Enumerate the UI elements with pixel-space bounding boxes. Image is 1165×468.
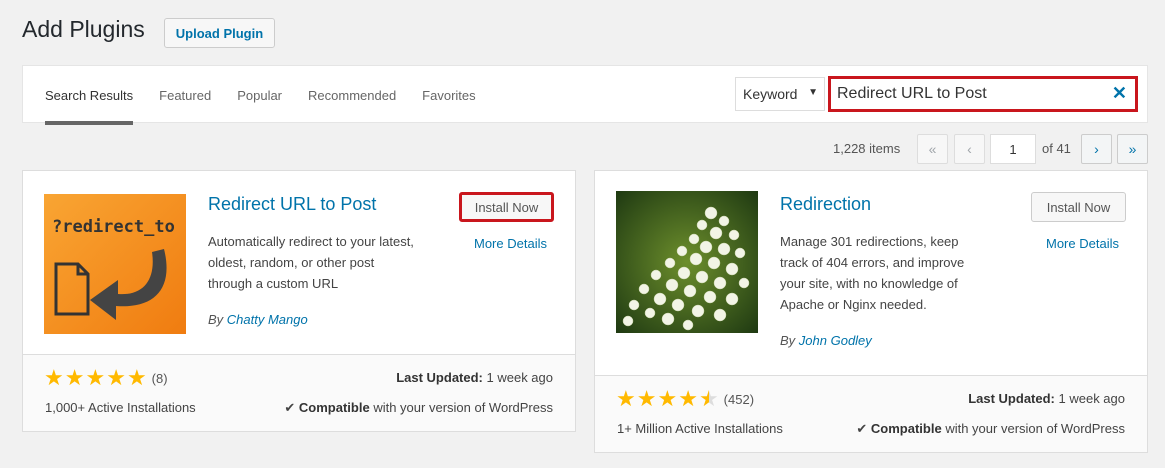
star-full-icon: ★ [657, 386, 678, 411]
star-full-icon: ★ [64, 365, 85, 390]
star-full-icon: ★ [85, 365, 106, 390]
close-icon[interactable]: ✕ [1112, 83, 1127, 104]
search-input[interactable]: Redirect URL to Post ✕ [828, 76, 1138, 112]
last-page-button[interactable]: » [1117, 134, 1148, 164]
tab-recommended[interactable]: Recommended [308, 66, 396, 124]
rating-count: (8) [151, 370, 168, 386]
plugin-author: By Chatty Mango [208, 312, 308, 327]
star-full-icon: ★ [44, 365, 64, 390]
star-half-icon: ★ [698, 386, 719, 411]
prev-page-button[interactable]: ‹ [954, 134, 985, 164]
plugin-description: Manage 301 redirections, keep track of 4… [780, 234, 965, 312]
plugin-name[interactable]: Redirection [780, 194, 871, 215]
plugin-card-redirection: Redirection Install Now More Details Man… [594, 170, 1148, 453]
star-rating: ★ ★ ★ ★ ★ (8) [44, 367, 168, 389]
tab-popular[interactable]: Popular [237, 66, 282, 124]
compat-text: with your version of WordPress [373, 400, 553, 415]
author-link[interactable]: John Godley [799, 333, 872, 348]
tab-search-results[interactable]: Search Results [45, 66, 134, 125]
total-pages: of 41 [1042, 141, 1071, 156]
last-updated: Last Updated: 1 week ago [396, 370, 553, 385]
plugin-tabs: Search Results Featured Popular Recommen… [45, 66, 502, 125]
search-query: Redirect URL to Post [837, 85, 987, 102]
star-full-icon: ★ [616, 386, 636, 411]
star-full-icon: ★ [126, 365, 147, 390]
search-type-value: Keyword [743, 86, 798, 102]
last-updated-label: Last Updated: [396, 370, 483, 385]
first-page-button[interactable]: « [917, 134, 948, 164]
plugin-icon-redirect-url-to-post: ?redirect_to [44, 194, 186, 334]
last-updated-value: 1 week ago [1058, 391, 1126, 406]
compat-label: Compatible [870, 421, 942, 436]
active-installs: 1+ Million Active Installations [617, 421, 783, 436]
search-type-select[interactable]: Keyword ▼ [735, 77, 825, 111]
active-installs: 1,000+ Active Installations [45, 400, 196, 415]
star-full-icon: ★ [106, 365, 126, 390]
compatibility: ✔ Compatible with your version of WordPr… [856, 421, 1125, 437]
compat-label: Compatible [298, 400, 370, 415]
more-details-link[interactable]: More Details [1046, 236, 1119, 251]
plugin-icon-redirection [616, 191, 758, 333]
last-updated-label: Last Updated: [968, 391, 1055, 406]
pagination: 1,228 items « ‹ 1 of 41 › » [0, 134, 1165, 164]
author-link[interactable]: Chatty Mango [227, 312, 308, 327]
next-page-button[interactable]: › [1081, 134, 1112, 164]
plugin-author: By John Godley [780, 333, 872, 348]
plugin-description: Automatically redirect to your latest, o… [208, 234, 414, 291]
upload-plugin-button[interactable]: Upload Plugin [164, 18, 275, 48]
plugin-name[interactable]: Redirect URL to Post [208, 194, 376, 215]
icon-text: ?redirect_to [52, 217, 175, 237]
caret-down-icon: ▼ [808, 87, 818, 98]
rating-count: (452) [723, 391, 755, 407]
author-prefix: By [208, 312, 224, 327]
plugin-card-footer: ★ ★ ★ ★ ★ (452) 1+ Million Active Instal… [595, 375, 1147, 452]
more-details-link[interactable]: More Details [474, 236, 547, 251]
star-full-icon: ★ [678, 386, 698, 411]
checkmark-icon: ✔ [284, 400, 296, 415]
compatibility: ✔ Compatible with your version of WordPr… [284, 400, 553, 416]
author-prefix: By [780, 333, 796, 348]
page-title: Add Plugins [22, 16, 145, 42]
last-updated: Last Updated: 1 week ago [968, 391, 1125, 406]
current-page-input[interactable]: 1 [990, 134, 1036, 164]
last-updated-value: 1 week ago [486, 370, 554, 385]
install-now-button[interactable]: Install Now [459, 192, 554, 222]
compat-text: with your version of WordPress [945, 421, 1125, 436]
plugin-card-footer: ★ ★ ★ ★ ★ (8) 1,000+ Active Installation… [23, 354, 575, 431]
tab-featured[interactable]: Featured [159, 66, 211, 124]
plugin-card-redirect-url-to-post: ?redirect_to Redirect URL to Post Instal… [22, 170, 576, 432]
tab-favorites[interactable]: Favorites [422, 66, 475, 124]
plugin-filter-bar: Search Results Featured Popular Recommen… [22, 65, 1148, 125]
install-now-button[interactable]: Install Now [1031, 192, 1126, 222]
items-count: 1,228 items [833, 141, 901, 156]
checkmark-icon: ✔ [856, 421, 868, 436]
star-full-icon: ★ [636, 386, 657, 411]
star-rating: ★ ★ ★ ★ ★ (452) [616, 388, 754, 410]
